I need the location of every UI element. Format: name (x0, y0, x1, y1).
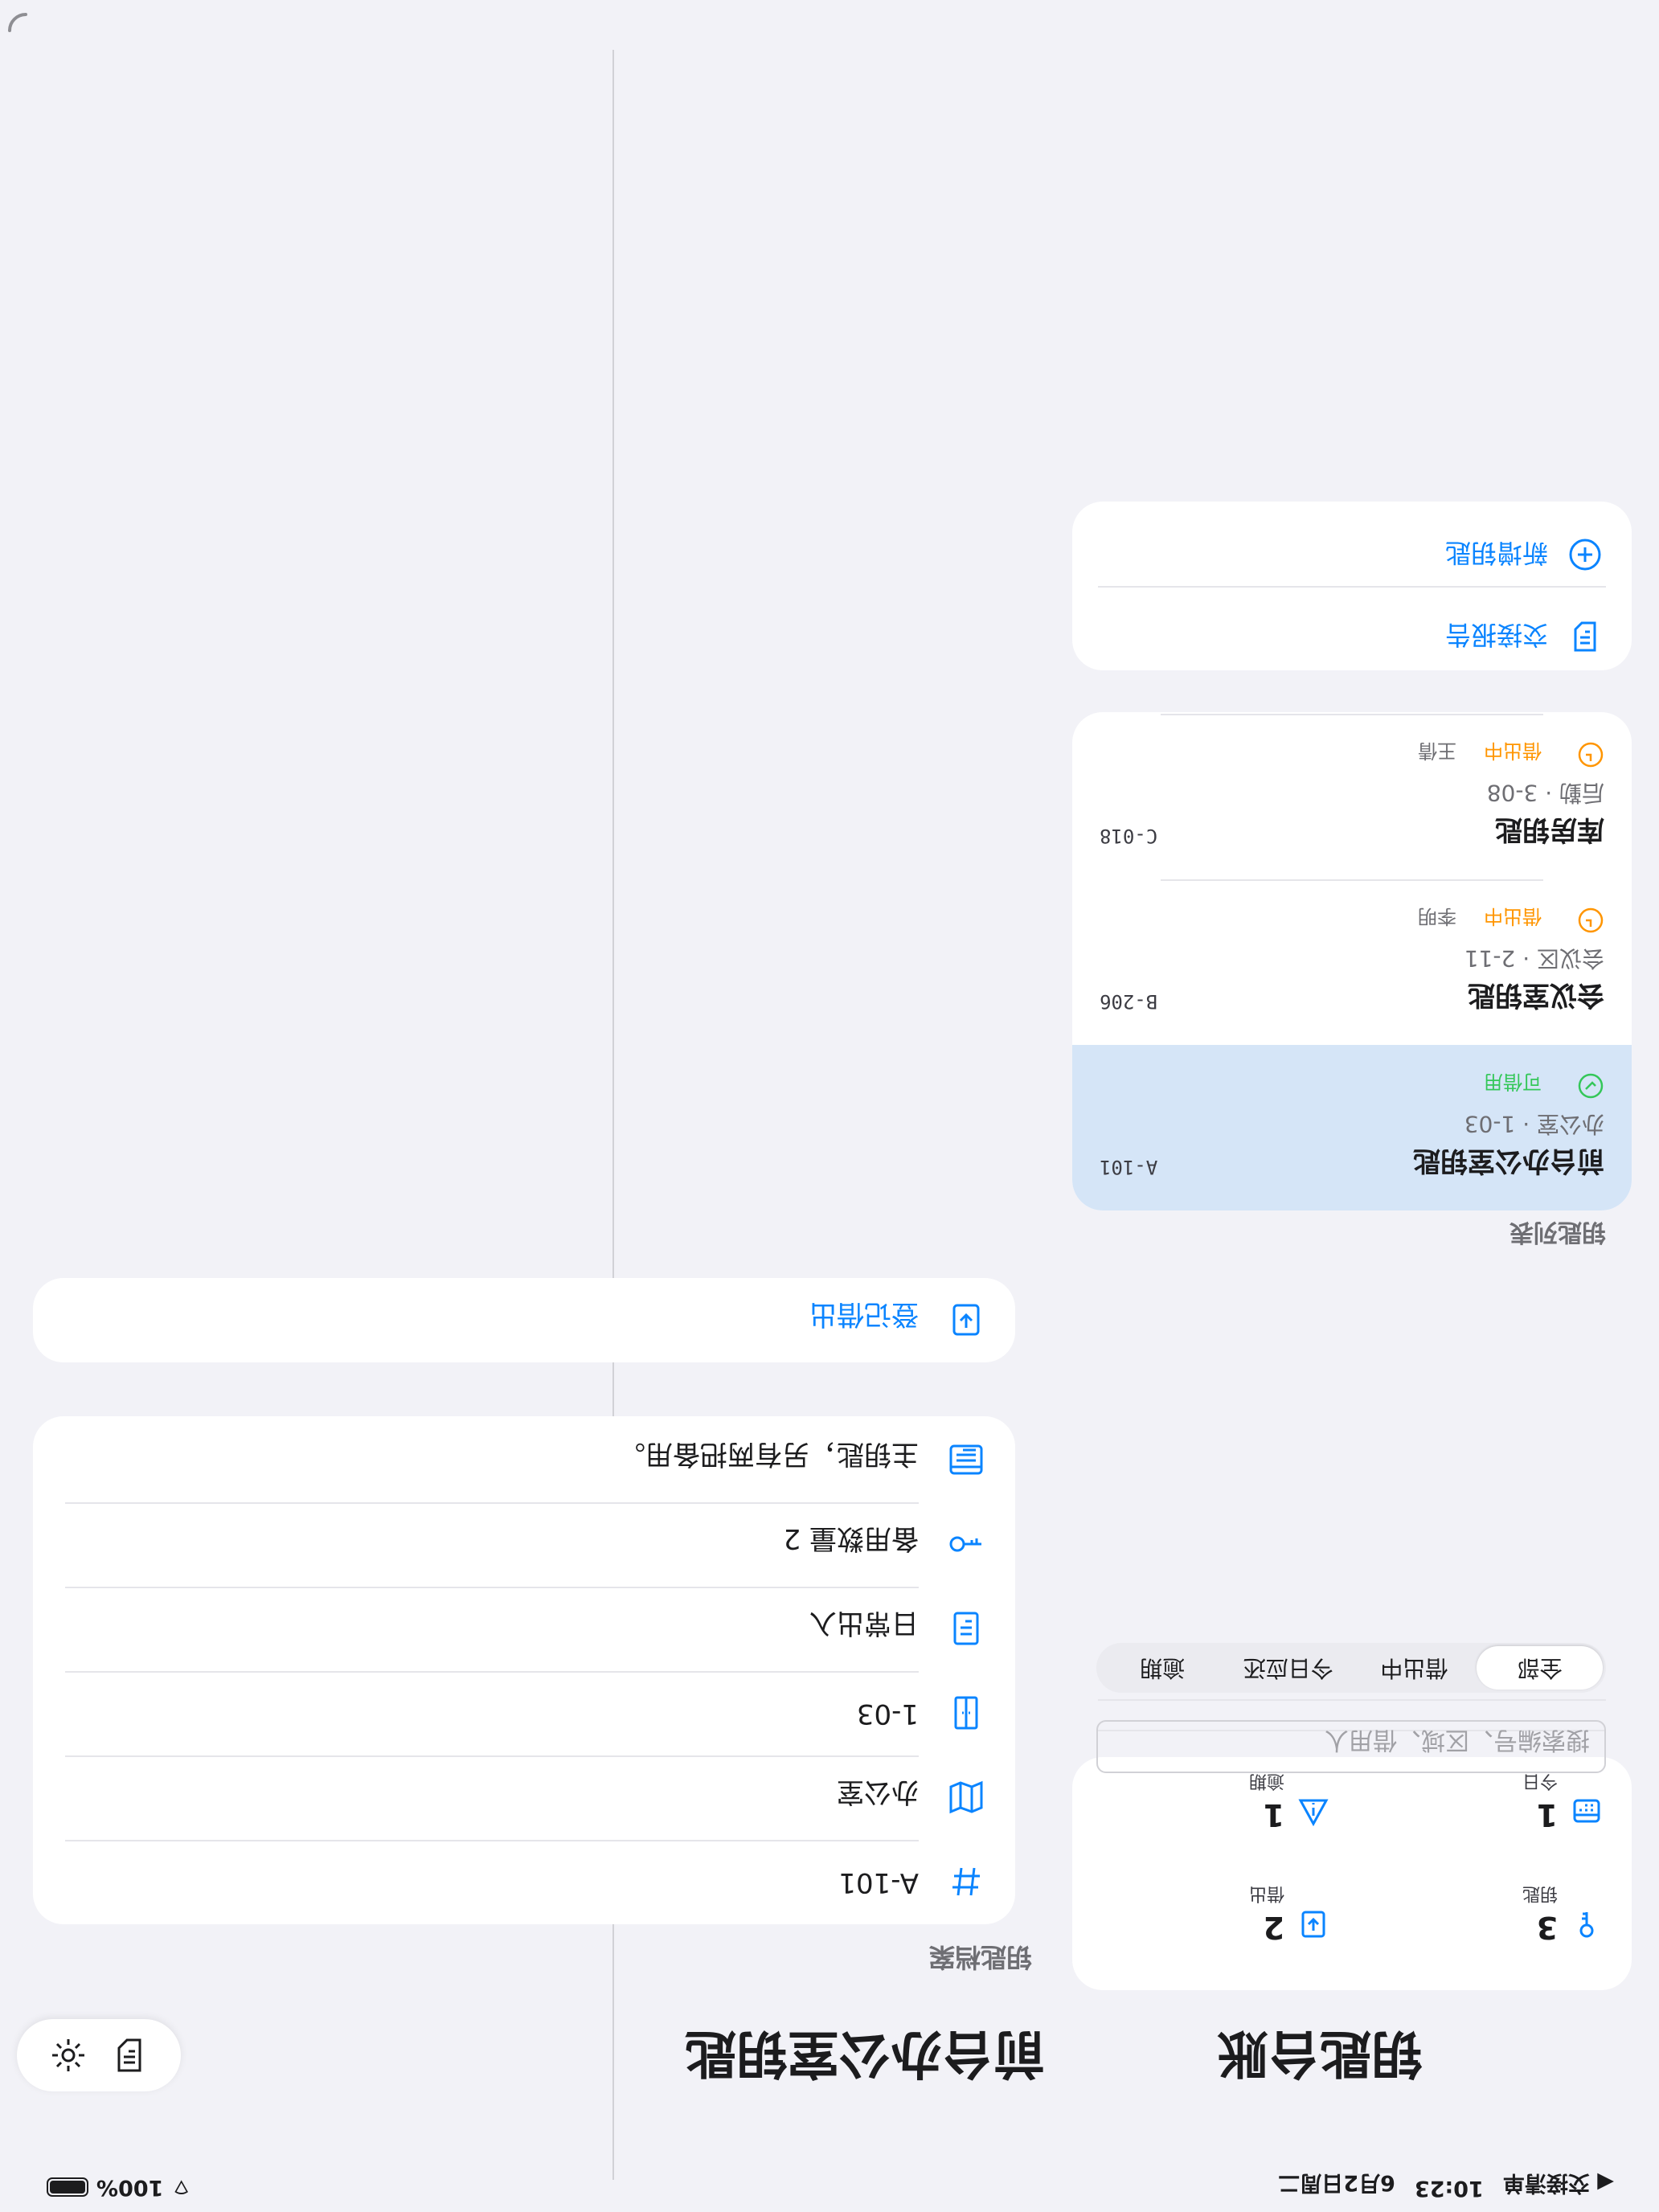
key-list-item[interactable]: 库房钥匙 后勤 · 3-08 借出中 王倩 C-018 (1072, 714, 1632, 879)
handover-report-label: 交接报告 (1444, 620, 1548, 650)
clock-icon (1578, 907, 1604, 933)
key-location: 会议区 · 2-11 (1464, 945, 1604, 972)
report-icon[interactable] (110, 2036, 149, 2075)
wifi-icon: ⌔ (171, 2175, 191, 2199)
filter-borrowed[interactable]: 借出中 (1351, 1646, 1477, 1690)
divider (65, 1587, 919, 1588)
filter-due-today[interactable]: 今日应还 (1226, 1646, 1352, 1690)
divider (1098, 1699, 1606, 1701)
detail-card: A-101 办公室 1-03 日常出入 备用数量 2 主钥匙，另有两把备用。 (33, 1416, 1015, 1924)
divider (1098, 586, 1606, 588)
stat-borrowed-label: 借出 (1248, 1883, 1284, 1903)
status-bar: ◀ 交接清单 10:23 6月2日周二 ⌔ 100% (0, 2167, 1659, 2212)
key-code: B-206 (1100, 990, 1158, 1013)
key-list: 前台办公室钥匙 办公室 · 1-03 可借用 A-101 会议室钥匙 会议区 ·… (1072, 712, 1632, 1210)
document-icon (953, 1612, 979, 1645)
calendar-icon (1573, 1799, 1600, 1823)
key-list-item[interactable]: 会议室钥匙 会议区 · 2-11 借出中 李明 B-206 (1072, 879, 1632, 1045)
key-borrower: 王倩 (1418, 739, 1456, 762)
report-icon (1574, 621, 1596, 652)
date: 6月2日周二 (1278, 2170, 1395, 2195)
detail-row-notes: 主钥匙，另有两把备用。 (33, 1418, 1015, 1502)
filter-segmented-control: 全部 借出中 今日应还 逾期 (1096, 1643, 1606, 1693)
detail-section-title: 钥匙档案 (928, 1942, 1032, 1972)
detail-room: 1-03 (856, 1698, 919, 1730)
divider (65, 1502, 919, 1504)
detail-area: 办公室 (837, 1776, 919, 1808)
divider (65, 1840, 919, 1841)
check-circle-icon (1578, 1073, 1604, 1099)
detail-row-usage: 日常出入 (33, 1587, 1015, 1671)
handover-report-button[interactable]: 交接报告 (1445, 612, 1603, 661)
stat-today: 1 今日 (1402, 1768, 1603, 1833)
detail-notes: 主钥匙，另有两把备用。 (618, 1438, 919, 1470)
checkout-icon (1301, 1911, 1325, 1938)
key-location: 办公室 · 1-03 (1464, 1111, 1604, 1137)
add-key-label: 新增钥匙 (1444, 538, 1548, 568)
filter-all[interactable]: 全部 (1477, 1646, 1603, 1690)
battery-icon (47, 2177, 88, 2198)
actions-card: 新增钥匙 交接报告 (1072, 502, 1632, 670)
clock: 10:23 (1414, 2176, 1484, 2201)
back-to-app[interactable]: ◀ 交接清单 (1503, 2169, 1614, 2201)
key-name: 前台办公室钥匙 (1413, 1145, 1604, 1177)
stat-keys: 3 钥匙 (1402, 1881, 1603, 1945)
borrow-label: 登记借出 (809, 1298, 919, 1330)
detail-usage: 日常出入 (809, 1607, 919, 1639)
divider (1161, 714, 1543, 715)
add-key-button[interactable]: 新增钥匙 (1445, 530, 1603, 579)
notes-icon (949, 1444, 983, 1475)
battery-percent: 100% (96, 2175, 164, 2200)
key-code: A-101 (1100, 1156, 1158, 1178)
key-list-item[interactable]: 前台办公室钥匙 办公室 · 1-03 可借用 A-101 (1072, 1045, 1632, 1210)
key-status: 可借用 (1484, 1071, 1542, 1093)
detail-row-code: A-101 (33, 1840, 1015, 1924)
floating-toolbar (17, 2019, 181, 2091)
hash-icon (952, 1867, 980, 1896)
checkout-icon (952, 1304, 980, 1336)
stats-card: 3 钥匙 2 借出 1 今日 1 逾期 (1072, 1730, 1632, 1990)
key-status: 借出中 (1484, 905, 1542, 928)
detail-spares: 备用数量 2 (783, 1522, 919, 1555)
stat-borrowed: 2 借出 (1129, 1881, 1329, 1945)
key-list-title: 钥匙列表 (1509, 1218, 1606, 1246)
stat-overdue-label: 逾期 (1248, 1771, 1284, 1791)
key-code: C-018 (1100, 825, 1158, 847)
stat-overdue-value: 1 (1263, 1797, 1284, 1833)
divider (65, 1671, 919, 1673)
stat-overdue: 1 逾期 (1129, 1768, 1329, 1833)
search-input[interactable]: 搜索编号、区域、借用人 (1096, 1720, 1606, 1773)
divider (1161, 879, 1543, 881)
gear-icon[interactable] (49, 2036, 88, 2075)
divider (65, 1755, 919, 1757)
door-icon (954, 1696, 978, 1730)
stat-today-value: 1 (1536, 1797, 1558, 1833)
borrow-button[interactable]: 登记借出 (33, 1278, 1015, 1362)
loading-spinner-icon (8, 13, 27, 32)
detail-row-spares: 备用数量 2 (33, 1502, 1015, 1587)
key-name: 会议室钥匙 (1468, 979, 1604, 1011)
stat-keys-label: 钥匙 (1522, 1883, 1558, 1903)
stat-keys-value: 3 (1536, 1910, 1558, 1945)
detail-row-room: 1-03 (33, 1671, 1015, 1755)
filter-overdue[interactable]: 逾期 (1100, 1646, 1226, 1690)
key-name: 库房钥匙 (1495, 813, 1604, 846)
stat-borrowed-value: 2 (1263, 1910, 1284, 1945)
sidebar-title: 钥匙台账 (1217, 2023, 1423, 2083)
detail-row-area: 办公室 (33, 1755, 1015, 1840)
clock-icon (1578, 742, 1604, 768)
map-icon (949, 1780, 983, 1814)
key-icon (949, 1536, 981, 1552)
plus-circle-icon (1569, 539, 1601, 571)
stat-today-label: 今日 (1522, 1771, 1558, 1791)
key-location: 后勤 · 3-08 (1486, 780, 1604, 806)
key-status: 借出中 (1484, 739, 1542, 762)
key-borrower: 李明 (1418, 905, 1456, 928)
detail-code: A-101 (838, 1866, 919, 1899)
key-icon (1579, 1912, 1594, 1938)
detail-title: 前台办公室钥匙 (685, 2023, 1045, 2083)
warning-icon (1298, 1799, 1329, 1827)
